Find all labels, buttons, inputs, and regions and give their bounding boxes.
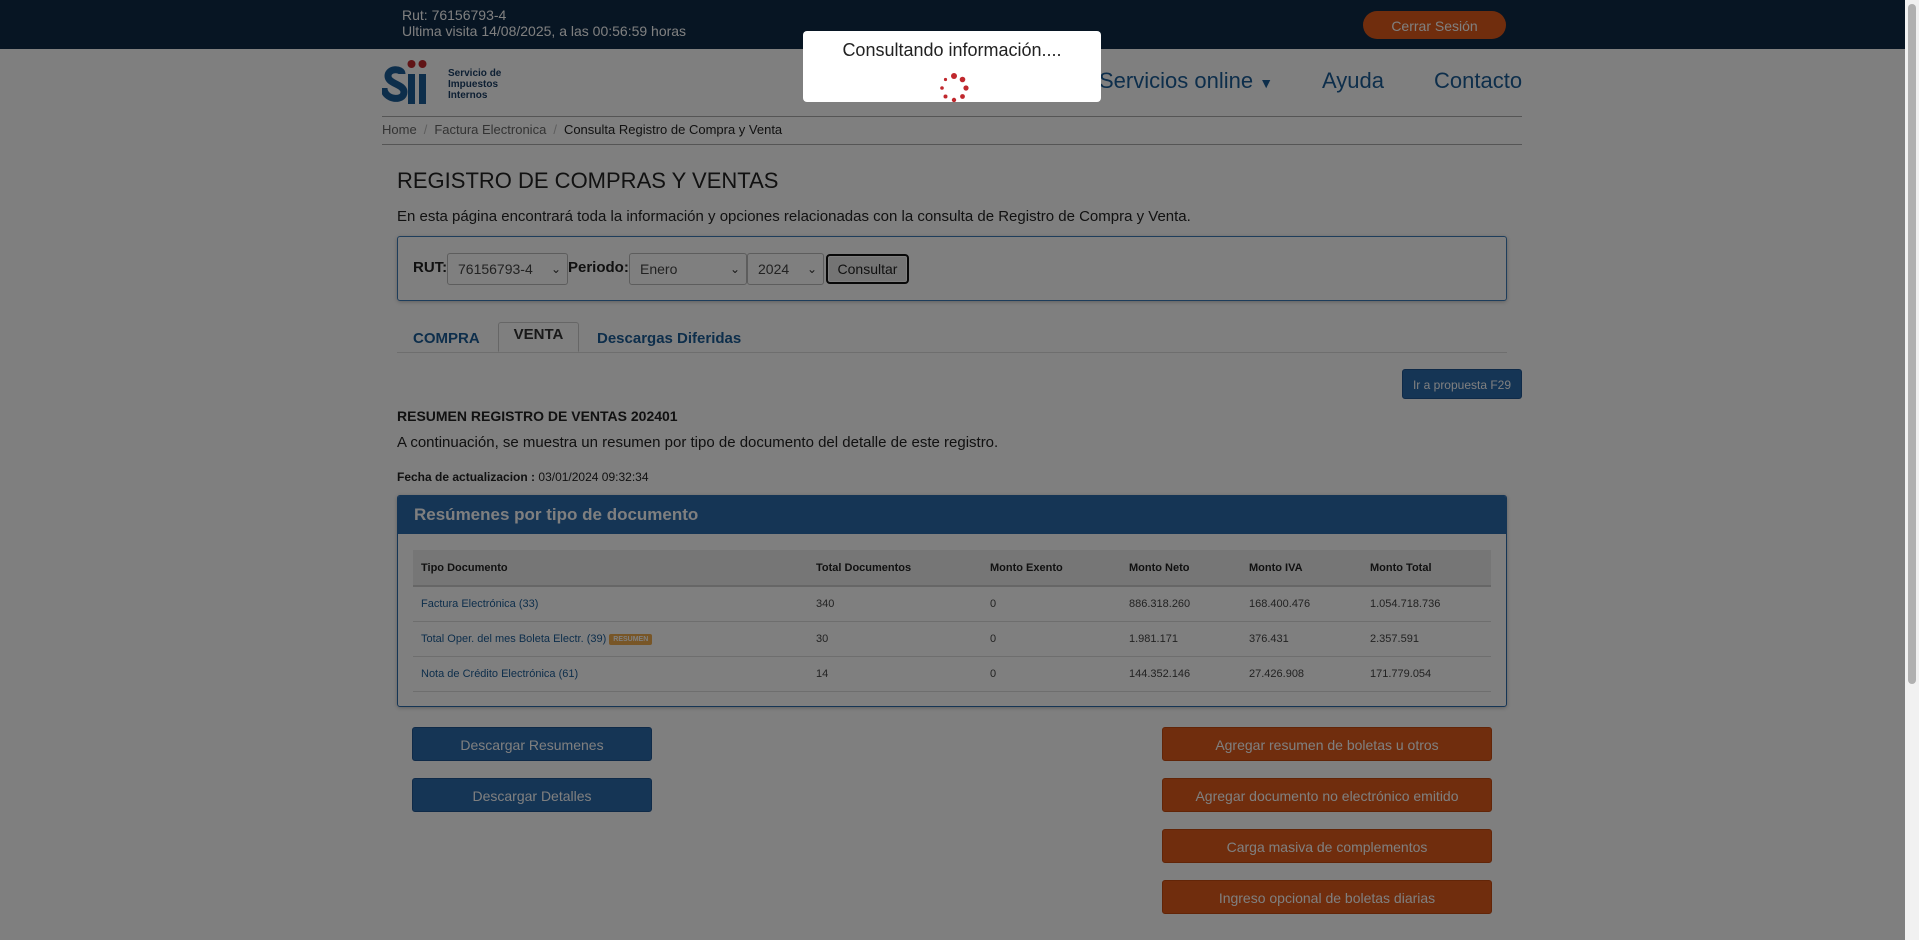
page-scrollbar[interactable] <box>1905 0 1919 940</box>
scrollbar-thumb[interactable] <box>1908 4 1916 684</box>
loading-modal: Consultando información.... <box>803 31 1101 103</box>
loading-overlay <box>0 0 1905 940</box>
loading-message: Consultando información.... <box>842 40 1062 60</box>
loading-spinner-icon <box>940 73 969 103</box>
